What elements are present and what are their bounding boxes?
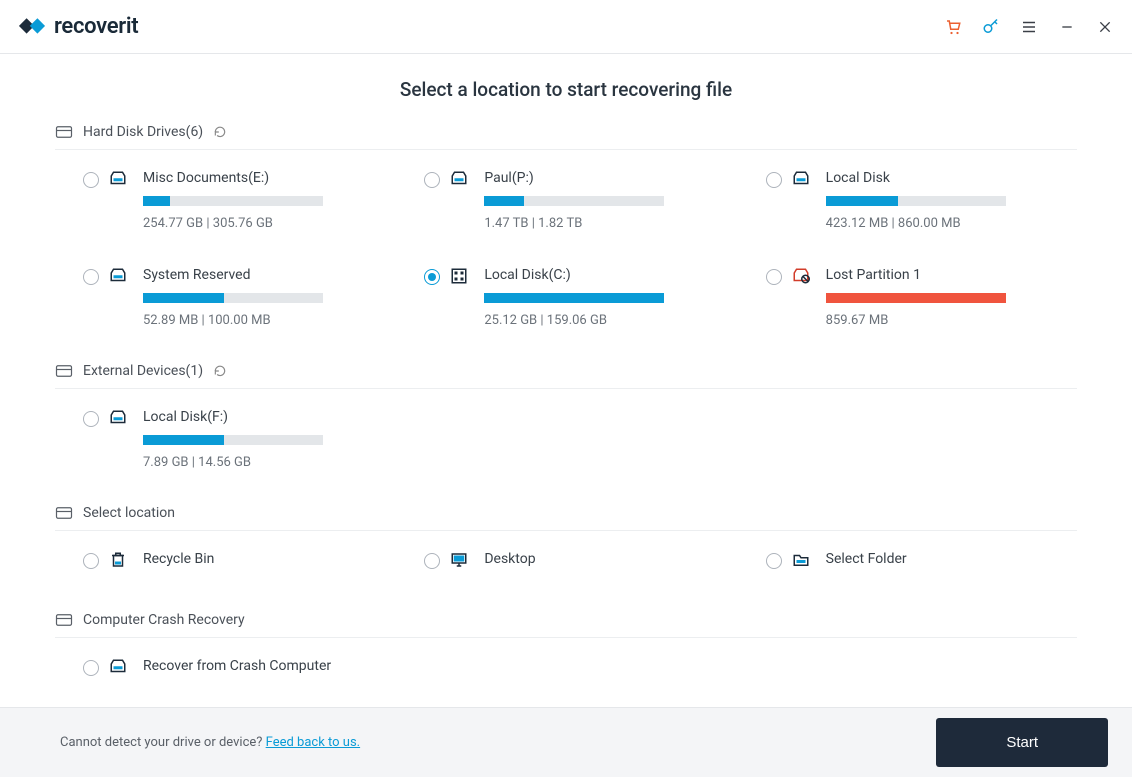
drive-item[interactable]: Recover from Crash Computer — [83, 658, 394, 684]
usage-bar — [143, 293, 323, 303]
drive-item[interactable]: Lost Partition 1 859.67 MB — [766, 267, 1077, 328]
drive-radio[interactable] — [766, 553, 782, 569]
minimize-icon[interactable] — [1058, 18, 1076, 36]
footer-prompt: Cannot detect your drive or device? — [60, 735, 266, 750]
drive-size: 859.67 MB — [826, 313, 1077, 328]
section-title-ext: External Devices(1) — [83, 363, 203, 379]
footer: Cannot detect your drive or device? Feed… — [0, 707, 1132, 777]
monitor-icon — [450, 551, 468, 569]
drive-size: 52.89 MB | 100.00 MB — [143, 313, 394, 328]
disk-icon — [109, 170, 127, 188]
drive-size: 7.89 GB | 14.56 GB — [143, 455, 394, 470]
drive-name: Select Folder — [826, 551, 1077, 567]
disk-icon — [792, 170, 810, 188]
drive-radio[interactable] — [83, 411, 99, 427]
logo-mark-icon — [18, 13, 46, 41]
drive-item[interactable]: Local Disk 423.12 MB | 860.00 MB — [766, 170, 1077, 231]
drive-name: Misc Documents(E:) — [143, 170, 394, 186]
system-icon — [450, 267, 468, 285]
drive-size: 423.12 MB | 860.00 MB — [826, 216, 1077, 231]
section-header-crash: Computer Crash Recovery — [55, 611, 1077, 638]
drive-name: Desktop — [484, 551, 735, 567]
titlebar-icons — [944, 18, 1114, 36]
drive-section-icon — [55, 504, 73, 522]
drive-item[interactable]: Recycle Bin — [83, 551, 394, 577]
drive-radio[interactable] — [83, 172, 99, 188]
drive-radio[interactable] — [424, 172, 440, 188]
main-content: Select a location to start recovering fi… — [0, 54, 1132, 707]
drive-name: Lost Partition 1 — [826, 267, 1077, 283]
drive-radio[interactable] — [424, 553, 440, 569]
footer-text: Cannot detect your drive or device? Feed… — [60, 735, 360, 750]
disk-icon — [450, 170, 468, 188]
drive-name: Local Disk(C:) — [484, 267, 735, 283]
usage-bar — [143, 196, 323, 206]
section-header-hdd: Hard Disk Drives(6) — [55, 123, 1077, 150]
key-icon[interactable] — [982, 18, 1000, 36]
drive-radio[interactable] — [83, 553, 99, 569]
section-header-loc: Select location — [55, 504, 1077, 531]
usage-bar — [143, 435, 323, 445]
usage-bar — [484, 293, 664, 303]
drive-name: Paul(P:) — [484, 170, 735, 186]
drive-radio[interactable] — [83, 660, 99, 676]
feedback-link[interactable]: Feed back to us. — [266, 735, 360, 750]
drive-item[interactable]: Select Folder — [766, 551, 1077, 577]
drive-radio[interactable] — [766, 269, 782, 285]
drive-item[interactable]: Paul(P:) 1.47 TB | 1.82 TB — [424, 170, 735, 231]
start-button[interactable]: Start — [936, 718, 1108, 767]
drive-name: System Reserved — [143, 267, 394, 283]
section-title-hdd: Hard Disk Drives(6) — [83, 124, 203, 140]
drive-item[interactable]: Desktop — [424, 551, 735, 577]
cart-icon[interactable] — [944, 18, 962, 36]
refresh-icon[interactable] — [213, 125, 227, 139]
drive-name: Recycle Bin — [143, 551, 394, 567]
usage-bar — [484, 196, 664, 206]
close-icon[interactable] — [1096, 18, 1114, 36]
lost-icon — [792, 267, 810, 285]
drive-size: 254.77 GB | 305.76 GB — [143, 216, 394, 231]
section-header-ext: External Devices(1) — [55, 362, 1077, 389]
titlebar: recoverit — [0, 0, 1132, 54]
section-title-crash: Computer Crash Recovery — [83, 612, 245, 628]
refresh-icon[interactable] — [213, 364, 227, 378]
hdd-grid: Misc Documents(E:) 254.77 GB | 305.76 GB P… — [55, 170, 1077, 328]
menu-icon[interactable] — [1020, 18, 1038, 36]
drive-radio[interactable] — [83, 269, 99, 285]
drive-section-icon — [55, 611, 73, 629]
drive-item[interactable]: Misc Documents(E:) 254.77 GB | 305.76 GB — [83, 170, 394, 231]
drive-name: Local Disk(F:) — [143, 409, 394, 425]
drive-section-icon — [55, 123, 73, 141]
loc-grid: Recycle Bin Desktop Select Folder — [55, 551, 1077, 577]
drive-size: 25.12 GB | 159.06 GB — [484, 313, 735, 328]
disk-icon — [109, 409, 127, 427]
app-name: recoverit — [54, 14, 138, 39]
usage-bar — [826, 196, 1006, 206]
bin-icon — [109, 551, 127, 569]
app-logo: recoverit — [18, 13, 138, 41]
drive-name: Recover from Crash Computer — [143, 658, 394, 674]
usage-bar — [826, 293, 1006, 303]
crash-grid: Recover from Crash Computer — [55, 658, 1077, 684]
drive-name: Local Disk — [826, 170, 1077, 186]
drive-item[interactable]: System Reserved 52.89 MB | 100.00 MB — [83, 267, 394, 328]
section-title-loc: Select location — [83, 505, 175, 521]
disk-icon — [109, 658, 127, 676]
ext-grid: Local Disk(F:) 7.89 GB | 14.56 GB — [55, 409, 1077, 470]
drive-item[interactable]: Local Disk(F:) 7.89 GB | 14.56 GB — [83, 409, 394, 470]
page-title: Select a location to start recovering fi… — [55, 78, 1077, 101]
drive-item[interactable]: Local Disk(C:) 25.12 GB | 159.06 GB — [424, 267, 735, 328]
drive-size: 1.47 TB | 1.82 TB — [484, 216, 735, 231]
disk-icon — [109, 267, 127, 285]
folder-icon — [792, 551, 810, 569]
drive-radio[interactable] — [424, 269, 440, 285]
drive-radio[interactable] — [766, 172, 782, 188]
drive-section-icon — [55, 362, 73, 380]
